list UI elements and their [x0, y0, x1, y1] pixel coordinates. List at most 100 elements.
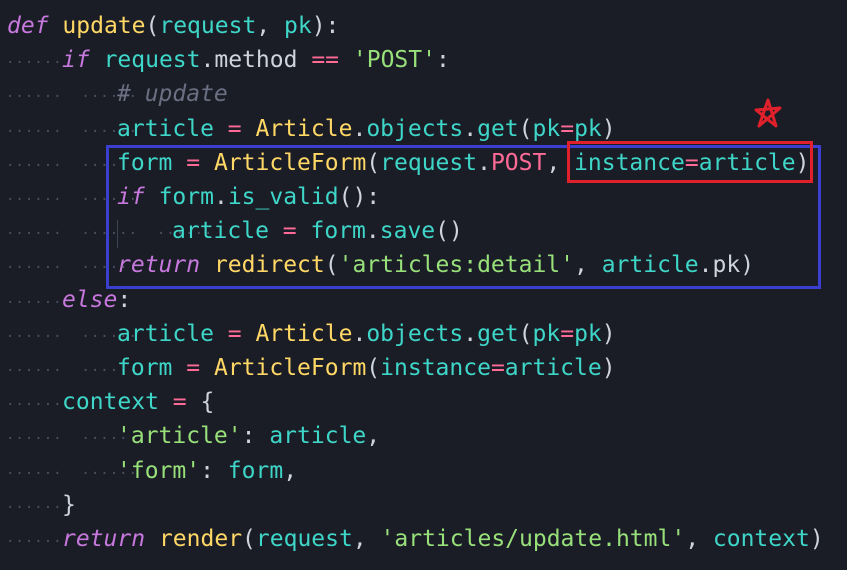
- code-line: ······ ······'article': article,: [0, 419, 847, 453]
- code-line: ······ context = {: [0, 385, 847, 419]
- code-token: request: [255, 526, 353, 552]
- code-text: article = Article.objects.get(pk=pk): [117, 112, 616, 146]
- code-line: ······ ······ form = ArticleForm(instance…: [0, 351, 847, 385]
- code-token: objects: [366, 115, 464, 142]
- code-token: pk: [532, 320, 561, 347]
- code-text: }: [62, 488, 76, 522]
- code-token: ): [809, 526, 824, 552]
- code-token: return: [62, 526, 146, 552]
- code-token: objects: [366, 320, 464, 347]
- code-token: get: [477, 115, 519, 142]
- code-token: article: [504, 355, 602, 381]
- code-token: {: [186, 389, 215, 416]
- code-token: pk: [532, 115, 561, 142]
- code-token: instance: [380, 355, 491, 381]
- code-token: context: [62, 389, 159, 416]
- code-token: 'POST': [352, 47, 436, 74]
- code-token: ): [601, 320, 616, 347]
- code-line: ······ ······ article = Article.objects.g…: [0, 317, 847, 351]
- code-token: .: [200, 47, 215, 74]
- code-token: ): [601, 115, 616, 142]
- code-token: :: [435, 47, 450, 74]
- code-token: ArticleForm: [213, 355, 367, 381]
- code-line: ······ ······ # update: [0, 77, 847, 111]
- whitespace-dots: ······: [6, 534, 63, 550]
- code-token: =: [227, 115, 242, 142]
- code-token: Article: [255, 115, 353, 142]
- code-token: ,: [283, 457, 298, 484]
- code-token: :: [241, 423, 270, 450]
- code-token: =: [560, 320, 575, 347]
- code-token: .: [463, 320, 478, 347]
- code-token: .: [352, 320, 367, 347]
- code-text: def update(request, pk):: [7, 9, 339, 43]
- code-token: :: [200, 457, 228, 484]
- code-token: 'articles/update.html': [380, 526, 686, 552]
- code-token: pk: [284, 13, 312, 39]
- code-token: =: [186, 355, 201, 381]
- code-token: =: [227, 320, 242, 347]
- code-token: else: [62, 286, 118, 313]
- code-token: .: [352, 115, 367, 142]
- star-icon: [754, 98, 782, 128]
- code-text: 'article': article,: [117, 419, 380, 453]
- code-token: }: [62, 491, 76, 518]
- whitespace-dots: ······: [6, 499, 63, 516]
- code-token: =: [172, 389, 187, 416]
- code-token: ,: [256, 13, 284, 39]
- whitespace-dots: ······: [6, 397, 63, 414]
- code-token: get: [477, 320, 519, 347]
- code-token: if: [62, 47, 90, 74]
- code-token: article: [117, 115, 214, 142]
- code-token: ,: [352, 526, 381, 552]
- code-token: context: [712, 526, 810, 552]
- code-token: render: [158, 526, 243, 552]
- code-text: context = {: [62, 385, 214, 419]
- code-token: form: [117, 355, 173, 381]
- code-token: ): [601, 355, 616, 381]
- code-text: if request.method == 'POST':: [62, 43, 450, 77]
- code-token: def: [7, 13, 49, 39]
- code-token: update: [62, 13, 146, 39]
- code-line: ······}: [0, 488, 847, 522]
- code-token: request: [103, 47, 201, 74]
- code-token: ,: [685, 526, 713, 552]
- code-token: :: [117, 286, 132, 313]
- red-highlight-box: [567, 141, 813, 183]
- code-line: ······ ······'form': form,: [0, 454, 847, 488]
- code-token: pk: [574, 115, 602, 142]
- code-token: ==: [311, 47, 340, 74]
- whitespace-dots: ······: [6, 294, 63, 311]
- code-token: 'article': [117, 423, 242, 450]
- code-token: .: [463, 115, 478, 142]
- code-line: ······ if request.method == 'POST':: [0, 43, 847, 77]
- code-token: article: [269, 423, 367, 450]
- code-token: (: [366, 355, 381, 381]
- code-text: 'form': form,: [117, 454, 297, 488]
- code-token: method: [214, 47, 298, 74]
- code-token: ):: [311, 13, 340, 39]
- code-token: pk: [574, 320, 602, 347]
- code-editor[interactable]: def update(request, pk): ······ if request…: [0, 0, 847, 570]
- code-line: ······ return render(request, 'articles/u…: [0, 522, 847, 556]
- code-text: return render(request, 'articles/update.…: [62, 522, 824, 556]
- code-token: ,: [366, 423, 381, 450]
- code-token: (: [242, 526, 256, 552]
- code-text: article = Article.objects.get(pk=pk): [117, 317, 616, 351]
- code-token: form: [227, 457, 284, 484]
- whitespace-dots: ······: [6, 55, 63, 72]
- code-token: Article: [255, 320, 353, 347]
- code-text: # update: [117, 77, 228, 111]
- code-token: =: [560, 115, 575, 142]
